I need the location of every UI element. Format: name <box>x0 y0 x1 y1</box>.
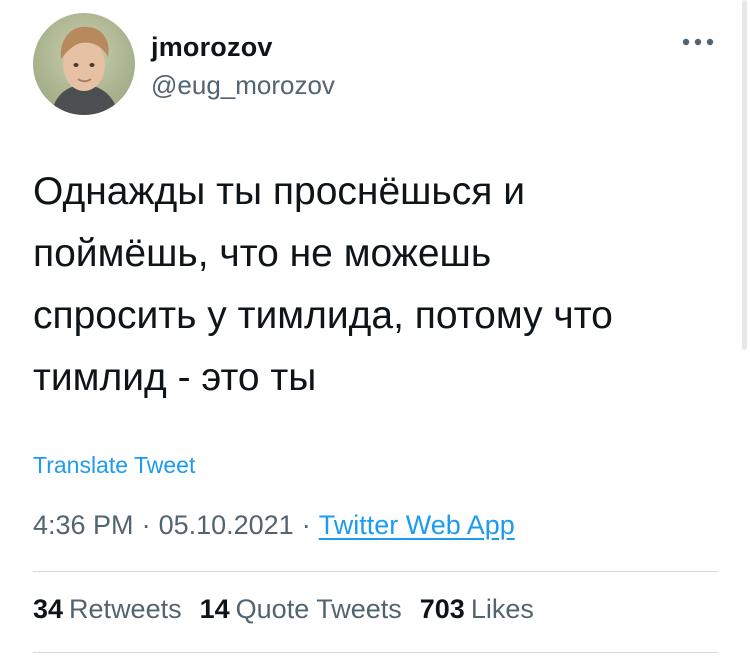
meta-separator: · <box>141 510 151 540</box>
translate-tweet-link[interactable]: Translate Tweet <box>33 452 195 479</box>
author-display-name[interactable]: jmorozov <box>151 32 273 63</box>
likes-stat[interactable]: 703 Likes <box>420 594 534 624</box>
quote-tweets-stat[interactable]: 14 Quote Tweets <box>200 594 402 624</box>
likes-count: 703 <box>419 594 465 624</box>
quote-tweets-count: 14 <box>199 594 230 624</box>
avatar[interactable] <box>33 13 135 115</box>
divider <box>33 571 718 572</box>
retweets-count: 34 <box>33 594 64 624</box>
divider <box>33 652 718 653</box>
more-button[interactable] <box>678 30 718 54</box>
retweets-label: Retweets <box>69 594 182 624</box>
source-app-link[interactable]: Twitter Web App <box>319 510 515 540</box>
tweet-time[interactable]: 4:36 PM <box>33 510 134 540</box>
tweet-text: Однажды ты проснёшься и поймёшь, что не … <box>33 170 613 399</box>
meta-separator: · <box>301 510 311 540</box>
author-handle[interactable]: @eug_morozov <box>151 70 335 101</box>
scrollbar[interactable] <box>742 0 747 350</box>
tweet-stats: 34 Retweets 14 Quote Tweets 703 Likes <box>33 594 552 625</box>
tweet-date[interactable]: 05.10.2021 <box>159 510 294 540</box>
retweets-stat[interactable]: 34 Retweets <box>33 594 182 624</box>
tweet-meta: 4:36 PM · 05.10.2021 · Twitter Web App <box>33 510 515 541</box>
likes-label: Likes <box>470 594 534 624</box>
quote-tweets-label: Quote Tweets <box>235 594 402 624</box>
more-dots-icon <box>682 38 714 46</box>
